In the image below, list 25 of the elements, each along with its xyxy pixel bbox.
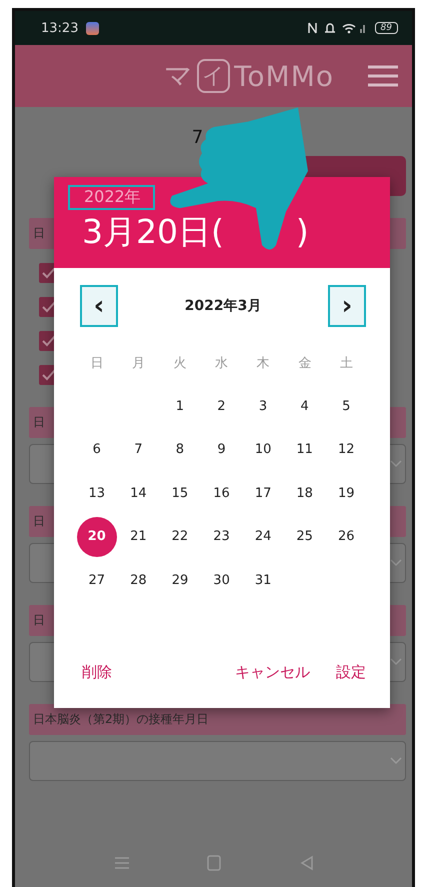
month-title: 2022年3月 — [184, 297, 262, 315]
previous-month-button[interactable]: ‹ — [80, 285, 118, 327]
next-month-button[interactable]: › — [328, 285, 366, 327]
status-time: 13:23 — [41, 20, 78, 36]
weekday-label: 月 — [130, 354, 146, 373]
calendar-day[interactable]: 28 — [118, 560, 158, 600]
logo-mark: イ — [197, 59, 230, 93]
calendar-day[interactable]: 30 — [202, 560, 242, 600]
calendar-day[interactable]: 29 — [160, 560, 200, 600]
weekday-label: 日 — [89, 354, 104, 373]
weekday-label: 金 — [297, 354, 312, 373]
delete-button[interactable]: 削除 — [72, 655, 122, 690]
ok-button[interactable]: 設定 — [326, 655, 376, 690]
logo-prefix: マ — [164, 58, 194, 94]
calendar-day[interactable]: 31 — [243, 560, 284, 600]
weekday-label: 木 — [256, 354, 271, 373]
weekday-label: 火 — [172, 354, 188, 373]
cancel-button[interactable]: キャンセル — [225, 655, 320, 690]
page-title: 7 — [190, 127, 204, 148]
weekday-label: 土 — [338, 354, 354, 373]
calendar-day[interactable]: 20 — [76, 516, 117, 557]
calendar-day[interactable]: 27 — [76, 560, 117, 600]
logo-name: ToMMo — [234, 60, 334, 92]
weekday-label: 水 — [214, 354, 230, 373]
battery-level: 89 — [374, 22, 398, 34]
